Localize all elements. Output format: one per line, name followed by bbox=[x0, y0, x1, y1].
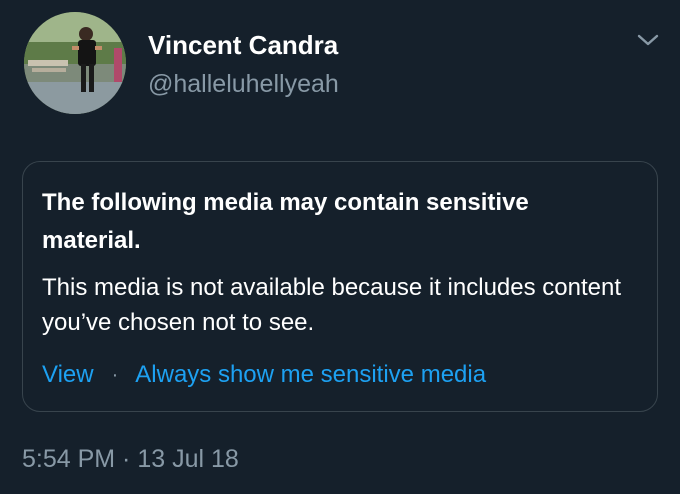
view-link[interactable]: View bbox=[42, 361, 94, 389]
author-display-name[interactable]: Vincent Candra bbox=[148, 30, 338, 61]
chevron-down-icon[interactable] bbox=[634, 30, 662, 50]
sensitive-media-notice: The following media may contain sensitiv… bbox=[22, 161, 658, 412]
separator-dot: · bbox=[111, 363, 119, 386]
notice-title: The following media may contain sensitiv… bbox=[42, 189, 529, 254]
author-handle[interactable]: @halleluhellyeah bbox=[148, 70, 339, 99]
notice-body: This media is not available because it i… bbox=[42, 274, 621, 336]
avatar[interactable] bbox=[24, 12, 126, 114]
always-show-sensitive-link[interactable]: Always show me sensitive media bbox=[135, 361, 486, 389]
notice-actions: View · Always show me sensitive media bbox=[42, 361, 486, 389]
tweet-timestamp[interactable]: 5:54 PM · 13 Jul 18 bbox=[22, 445, 239, 474]
avatar-photo bbox=[24, 12, 126, 114]
